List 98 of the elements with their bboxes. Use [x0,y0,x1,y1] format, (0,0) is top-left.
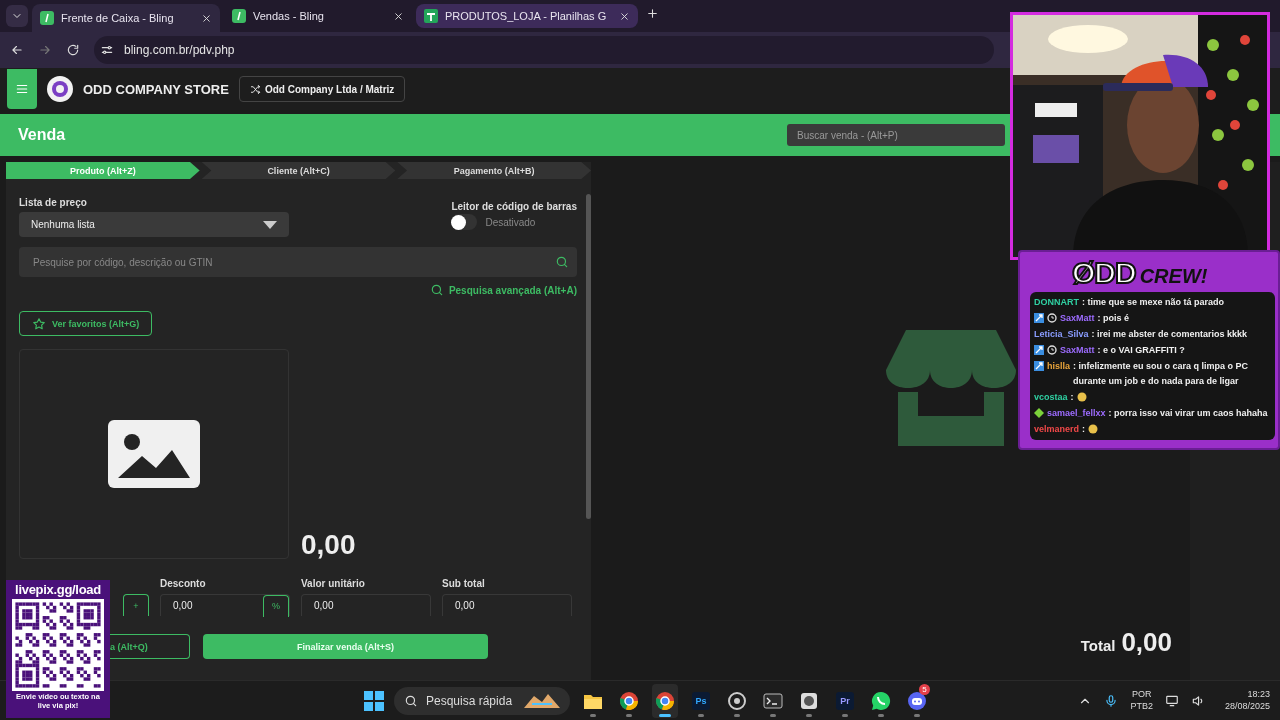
shuffle-icon [249,83,261,95]
chat-username: SaxMatt [1060,312,1095,325]
taskbar-app[interactable]: Pr [832,683,858,718]
reload-icon [66,43,80,57]
product-price: 0,00 [301,529,356,561]
tab-title: PRODUTOS_LOJA - Planilhas G [445,10,608,22]
page-title: Venda [18,126,67,144]
tab-title: Frente de Caixa - Bling [61,12,175,24]
forward-arrow-icon [38,43,52,57]
favorites-button[interactable]: Ver favoritos (Alt+G) [19,311,153,336]
tab-title: Vendas - Bling [253,10,325,22]
record-icon [727,690,747,711]
overlay-logo-text: CREW! [1139,265,1208,288]
address-bar[interactable]: bling.com.br/pdv.php [94,36,994,64]
chat-message: : [1070,391,1074,404]
barcode-toggle[interactable] [451,214,478,230]
chat-message: : pois é [1097,312,1131,325]
chat-username: vcostaa [1034,391,1068,404]
caret-icon [263,220,277,229]
menu-icon [15,82,29,96]
taskbar-app[interactable] [652,683,678,718]
field-label: Leitor de código de barras [451,201,577,212]
percent-button[interactable]: % [263,594,289,617]
app-icon: Ps [692,691,710,710]
field-label: Valor unitário [301,578,366,590]
notification-badge: 5 [919,683,930,695]
keyboard-layout[interactable]: PTB2 [1130,700,1153,713]
taskbar-app[interactable]: Ps [688,683,714,718]
browser-tab[interactable]: Frente de Caixa - Bling [32,4,220,32]
chat-bubble-icon [871,690,891,711]
field-label: Desconto [160,578,207,590]
tab-list-button[interactable] [6,5,28,27]
microphone-icon [1104,693,1119,708]
speaker-icon [1190,693,1205,708]
close-icon [201,12,212,24]
bling-icon [232,9,246,23]
toggle-state: Desativado [485,216,536,228]
qr-code-icon [12,599,104,691]
scrollbar[interactable] [586,194,591,519]
terminal-icon [763,692,783,709]
windows-start-icon[interactable] [364,690,384,711]
search-icon [429,283,444,297]
step-tab[interactable]: Pagamento (Alt+B) [397,162,591,179]
value-field[interactable]: 0,00 [301,594,431,616]
livepix-url: livepix.gg/load [15,582,101,597]
plus-icon [646,7,659,20]
store-name: ODD COMPANY STORE [83,81,229,97]
chat-username: Leticia_Silva [1034,328,1089,341]
browser-tab[interactable]: PRODUTOS_LOJA - Planilhas G [416,4,638,28]
taskbar-app[interactable]: 5 [904,683,930,718]
search-icon [555,255,569,269]
browser-icon [619,690,639,711]
step-tab[interactable]: Cliente (Alt+C) [201,162,396,179]
chat-message: : time que se mexe não tá parado [1082,296,1226,309]
spreadsheet-icon [424,9,438,23]
controller-icon [907,690,927,711]
app-icon: Pr [836,691,854,710]
chat-message: : e o VAI GRAFFITI ? [1097,344,1186,357]
product-search-field[interactable]: Pesquise por código, descrição ou GTIN [19,247,577,277]
chat-username: SaxMatt [1060,344,1095,357]
overlay-logo-text: ØDD [1072,256,1136,290]
branch-button[interactable]: Odd Company Ltda / Matriz [238,76,406,102]
back-arrow-icon [10,43,24,57]
increment-button[interactable]: + [123,594,149,616]
advanced-search-link[interactable]: Pesquisa avançada (Alt+A) [429,283,577,297]
close-icon [393,10,404,22]
browser-icon [655,690,675,711]
chat-message: : irei me abster de comentarios kkkk [1091,328,1249,341]
bling-icon [40,11,54,25]
store-logo-icon [47,76,73,102]
close-icon [619,10,630,22]
taskbar-search-field[interactable]: Pesquisa rápida [394,686,570,715]
clock-date[interactable]: 28/08/2025 [1224,700,1270,713]
price-list-select[interactable]: Nenhuma lista [19,212,289,237]
chat-message: : [1082,423,1086,436]
value-field[interactable]: 0,00 [442,594,572,616]
value-field[interactable]: 0,00 % [160,594,290,616]
search-icon [404,693,418,708]
image-placeholder-icon [108,420,200,488]
field-label: Sub total [442,578,486,590]
field-label: Lista de preço [19,197,88,208]
chat-username: velmanerd [1034,423,1080,436]
language-indicator[interactable]: POR [1130,688,1153,701]
star-icon [32,316,46,331]
total-value: 0,00 [1121,627,1172,658]
store-icon [885,330,1016,446]
chat-username: hislla [1047,360,1070,373]
chat-message: : porra isso vai virar um caos hahaha [1108,407,1269,420]
sale-search-field[interactable]: Buscar venda - (Alt+P) [787,124,1005,146]
monitor-icon [1164,693,1179,708]
chat-message: : infelizmente eu sou o cara q limpa o PC durante um job e do nada para de ligar [1073,360,1250,388]
site-settings-icon [100,43,114,57]
chat-username: samael_fellxx [1047,407,1106,420]
chat-username: DONNART [1034,296,1079,309]
url-text: bling.com.br/pdv.php [124,43,235,57]
browser-tab[interactable]: Vendas - Bling [224,4,412,28]
clock-time[interactable]: 18:23 [1247,688,1270,701]
total-label: Total [1080,637,1116,654]
